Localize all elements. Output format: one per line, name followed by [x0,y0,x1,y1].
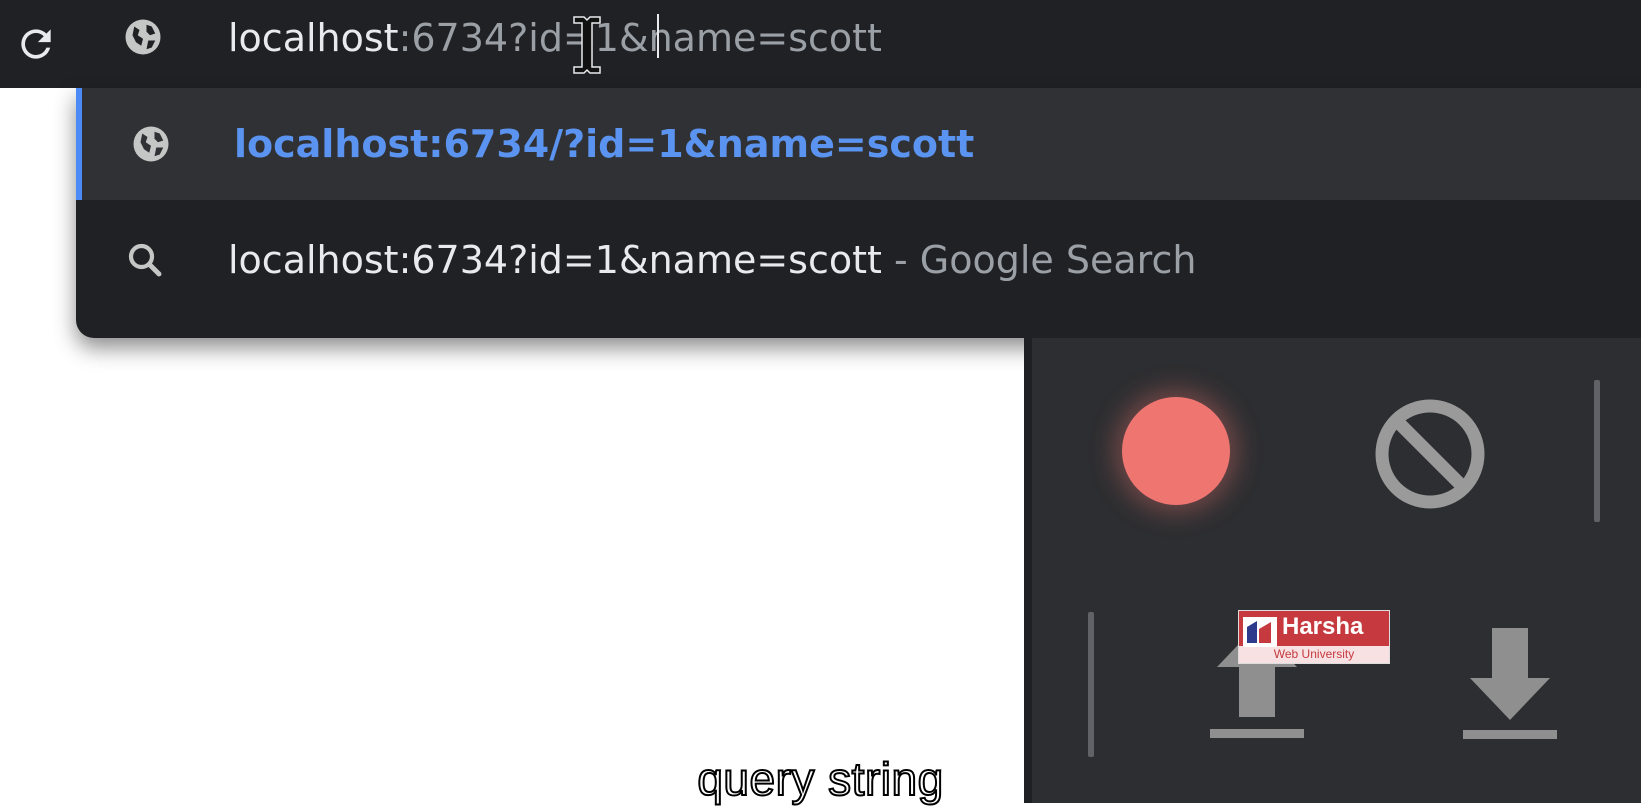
watermark-brand: Harsha [1282,613,1364,640]
record-icon[interactable] [1122,397,1230,505]
toolbar-divider [1594,380,1600,522]
suggestion-query: localhost:6734?id=1&name=scott [228,238,882,282]
toolbar-divider [1088,612,1094,757]
reload-icon [21,29,51,59]
globe-icon [125,19,161,55]
suggestion-search-text: localhost:6734?id=1&name=scott - Google … [228,238,1196,282]
clear-icon[interactable] [1372,396,1488,512]
watermark-logo: Harsha Web University [1238,610,1390,664]
watermark-sub: Web University [1239,646,1389,663]
video-caption: query string [696,752,944,806]
ibeam-cursor-icon [573,16,601,74]
address-input[interactable]: localhost:6734?id=1&name=scott [228,8,882,68]
suggestion-url[interactable]: localhost:6734/?id=1&name=scott [76,88,1641,200]
address-rest: :6734?id=1&name=scott [398,16,882,60]
address-host: localhost [228,16,399,60]
suggestion-suffix: - Google Search [881,238,1197,282]
text-caret [657,14,659,58]
reload-button[interactable] [0,0,72,88]
logo-mark-icon [1243,617,1277,647]
suggestion-url-text: localhost:6734/?id=1&name=scott [234,122,975,166]
browser-toolbar: localhost:6734?id=1&name=scott [0,0,1641,88]
download-icon[interactable] [1463,628,1557,740]
suggestion-search[interactable]: localhost:6734?id=1&name=scott - Google … [76,204,1641,316]
omnibox-suggestions: localhost:6734/?id=1&name=scott localhos… [76,88,1641,338]
search-icon [128,243,162,277]
globe-icon [133,126,169,162]
